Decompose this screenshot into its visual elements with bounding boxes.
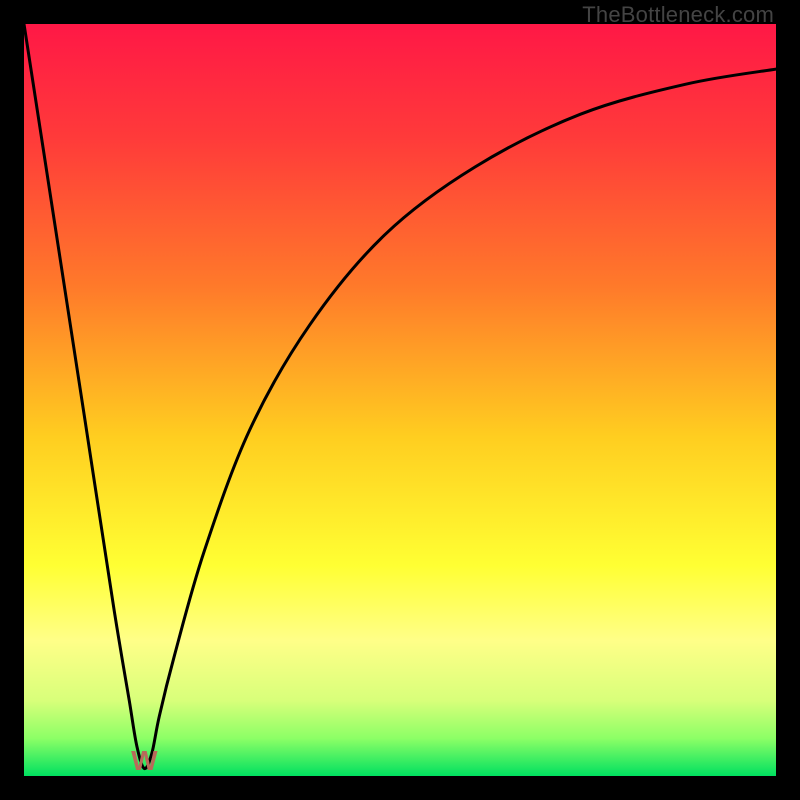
watermark-text: TheBottleneck.com xyxy=(582,2,774,28)
plot-frame xyxy=(24,24,776,776)
background-gradient xyxy=(24,24,776,776)
plot-area xyxy=(24,24,776,776)
gradient-rect xyxy=(24,24,776,776)
